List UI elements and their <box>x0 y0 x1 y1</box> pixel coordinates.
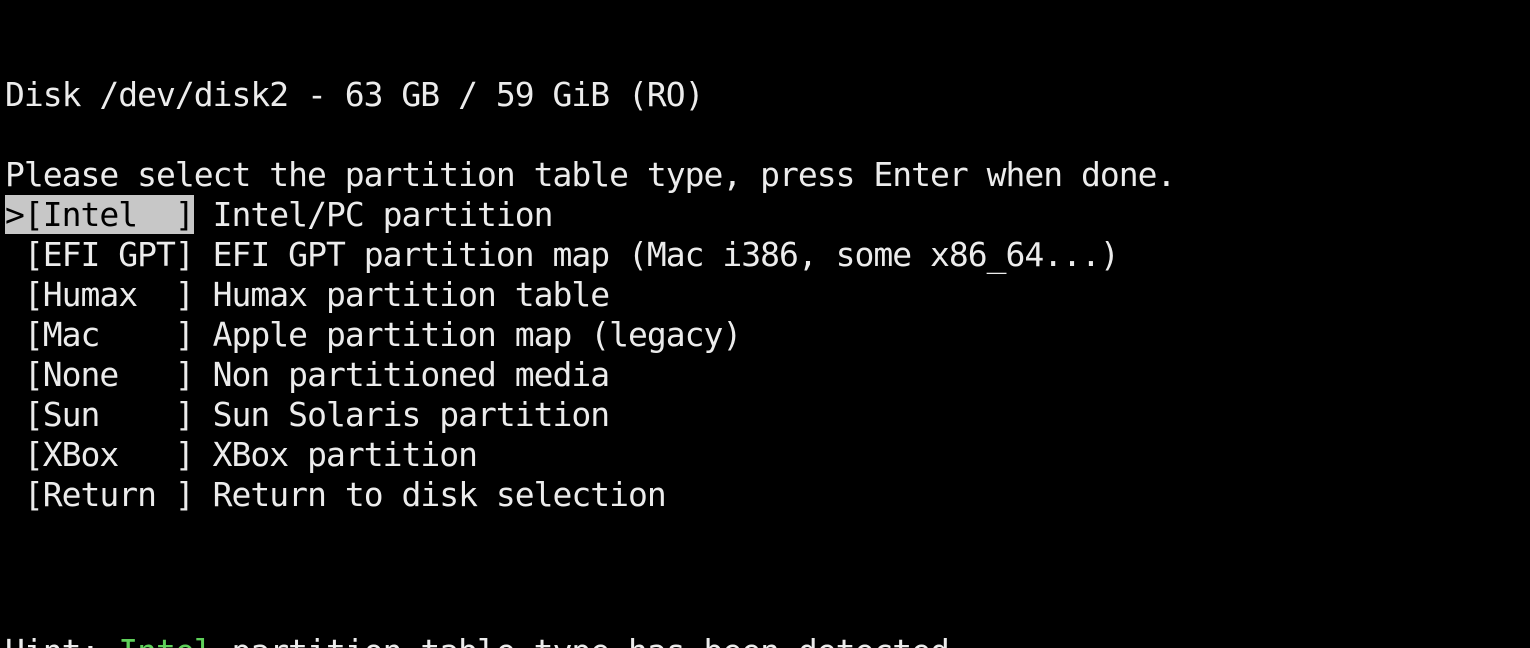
option-sun-key: [Sun ] <box>23 395 195 434</box>
hint-prefix: Hint: <box>5 632 118 648</box>
option-sun-description: Sun Solaris partition <box>193 395 610 434</box>
hint-detected-type: Intel <box>118 632 213 648</box>
option-xbox-key: [XBox ] <box>23 435 195 474</box>
option-efi-gpt[interactable]: [EFI GPT] EFI GPT partition map (Mac i38… <box>5 235 1120 275</box>
option-intel[interactable]: >[Intel ] Intel/PC partition <box>5 195 554 235</box>
option-none-marker <box>5 355 24 394</box>
option-return-key: [Return ] <box>23 475 195 514</box>
option-xbox[interactable]: [XBox ] XBox partition <box>5 435 478 475</box>
option-efi-gpt-description: EFI GPT partition map (Mac i386, some x8… <box>193 235 1120 274</box>
option-mac-key: [Mac ] <box>23 315 195 354</box>
option-efi-gpt-key: [EFI GPT] <box>23 235 195 274</box>
option-xbox-marker <box>5 435 24 474</box>
option-return[interactable]: [Return ] Return to disk selection <box>5 475 667 515</box>
hint-suffix: partition table type has been detected. <box>213 632 969 648</box>
option-none[interactable]: [None ] Non partitioned media <box>5 355 610 395</box>
option-efi-gpt-marker <box>5 235 24 274</box>
option-humax-key: [Humax ] <box>23 275 195 314</box>
option-sun-marker <box>5 395 24 434</box>
option-none-description: Non partitioned media <box>193 355 610 394</box>
option-mac[interactable]: [Mac ] Apple partition map (legacy) <box>5 315 743 355</box>
option-mac-marker <box>5 315 24 354</box>
terminal-window: Disk /dev/disk2 - 63 GB / 59 GiB (RO) Pl… <box>5 0 1525 648</box>
option-humax[interactable]: [Humax ] Humax partition table <box>5 275 610 315</box>
option-humax-marker <box>5 275 24 314</box>
option-mac-description: Apple partition map (legacy) <box>193 315 743 354</box>
option-return-marker <box>5 475 24 514</box>
selection-cursor: > <box>5 195 25 234</box>
option-xbox-description: XBox partition <box>193 435 478 474</box>
option-return-description: Return to disk selection <box>193 475 667 514</box>
option-humax-description: Humax partition table <box>193 275 610 314</box>
option-intel-selected-key: >[Intel ] <box>5 195 195 234</box>
disk-header: Disk /dev/disk2 - 63 GB / 59 GiB (RO) <box>5 75 704 114</box>
option-sun[interactable]: [Sun ] Sun Solaris partition <box>5 395 610 435</box>
option-none-key: [None ] <box>23 355 195 394</box>
selection-prompt: Please select the partition table type, … <box>5 155 1176 194</box>
hint-line: Hint: Intel partition table type has bee… <box>5 632 969 648</box>
option-intel-description: Intel/PC partition <box>193 195 554 234</box>
option-intel-key: [Intel ] <box>23 195 195 234</box>
